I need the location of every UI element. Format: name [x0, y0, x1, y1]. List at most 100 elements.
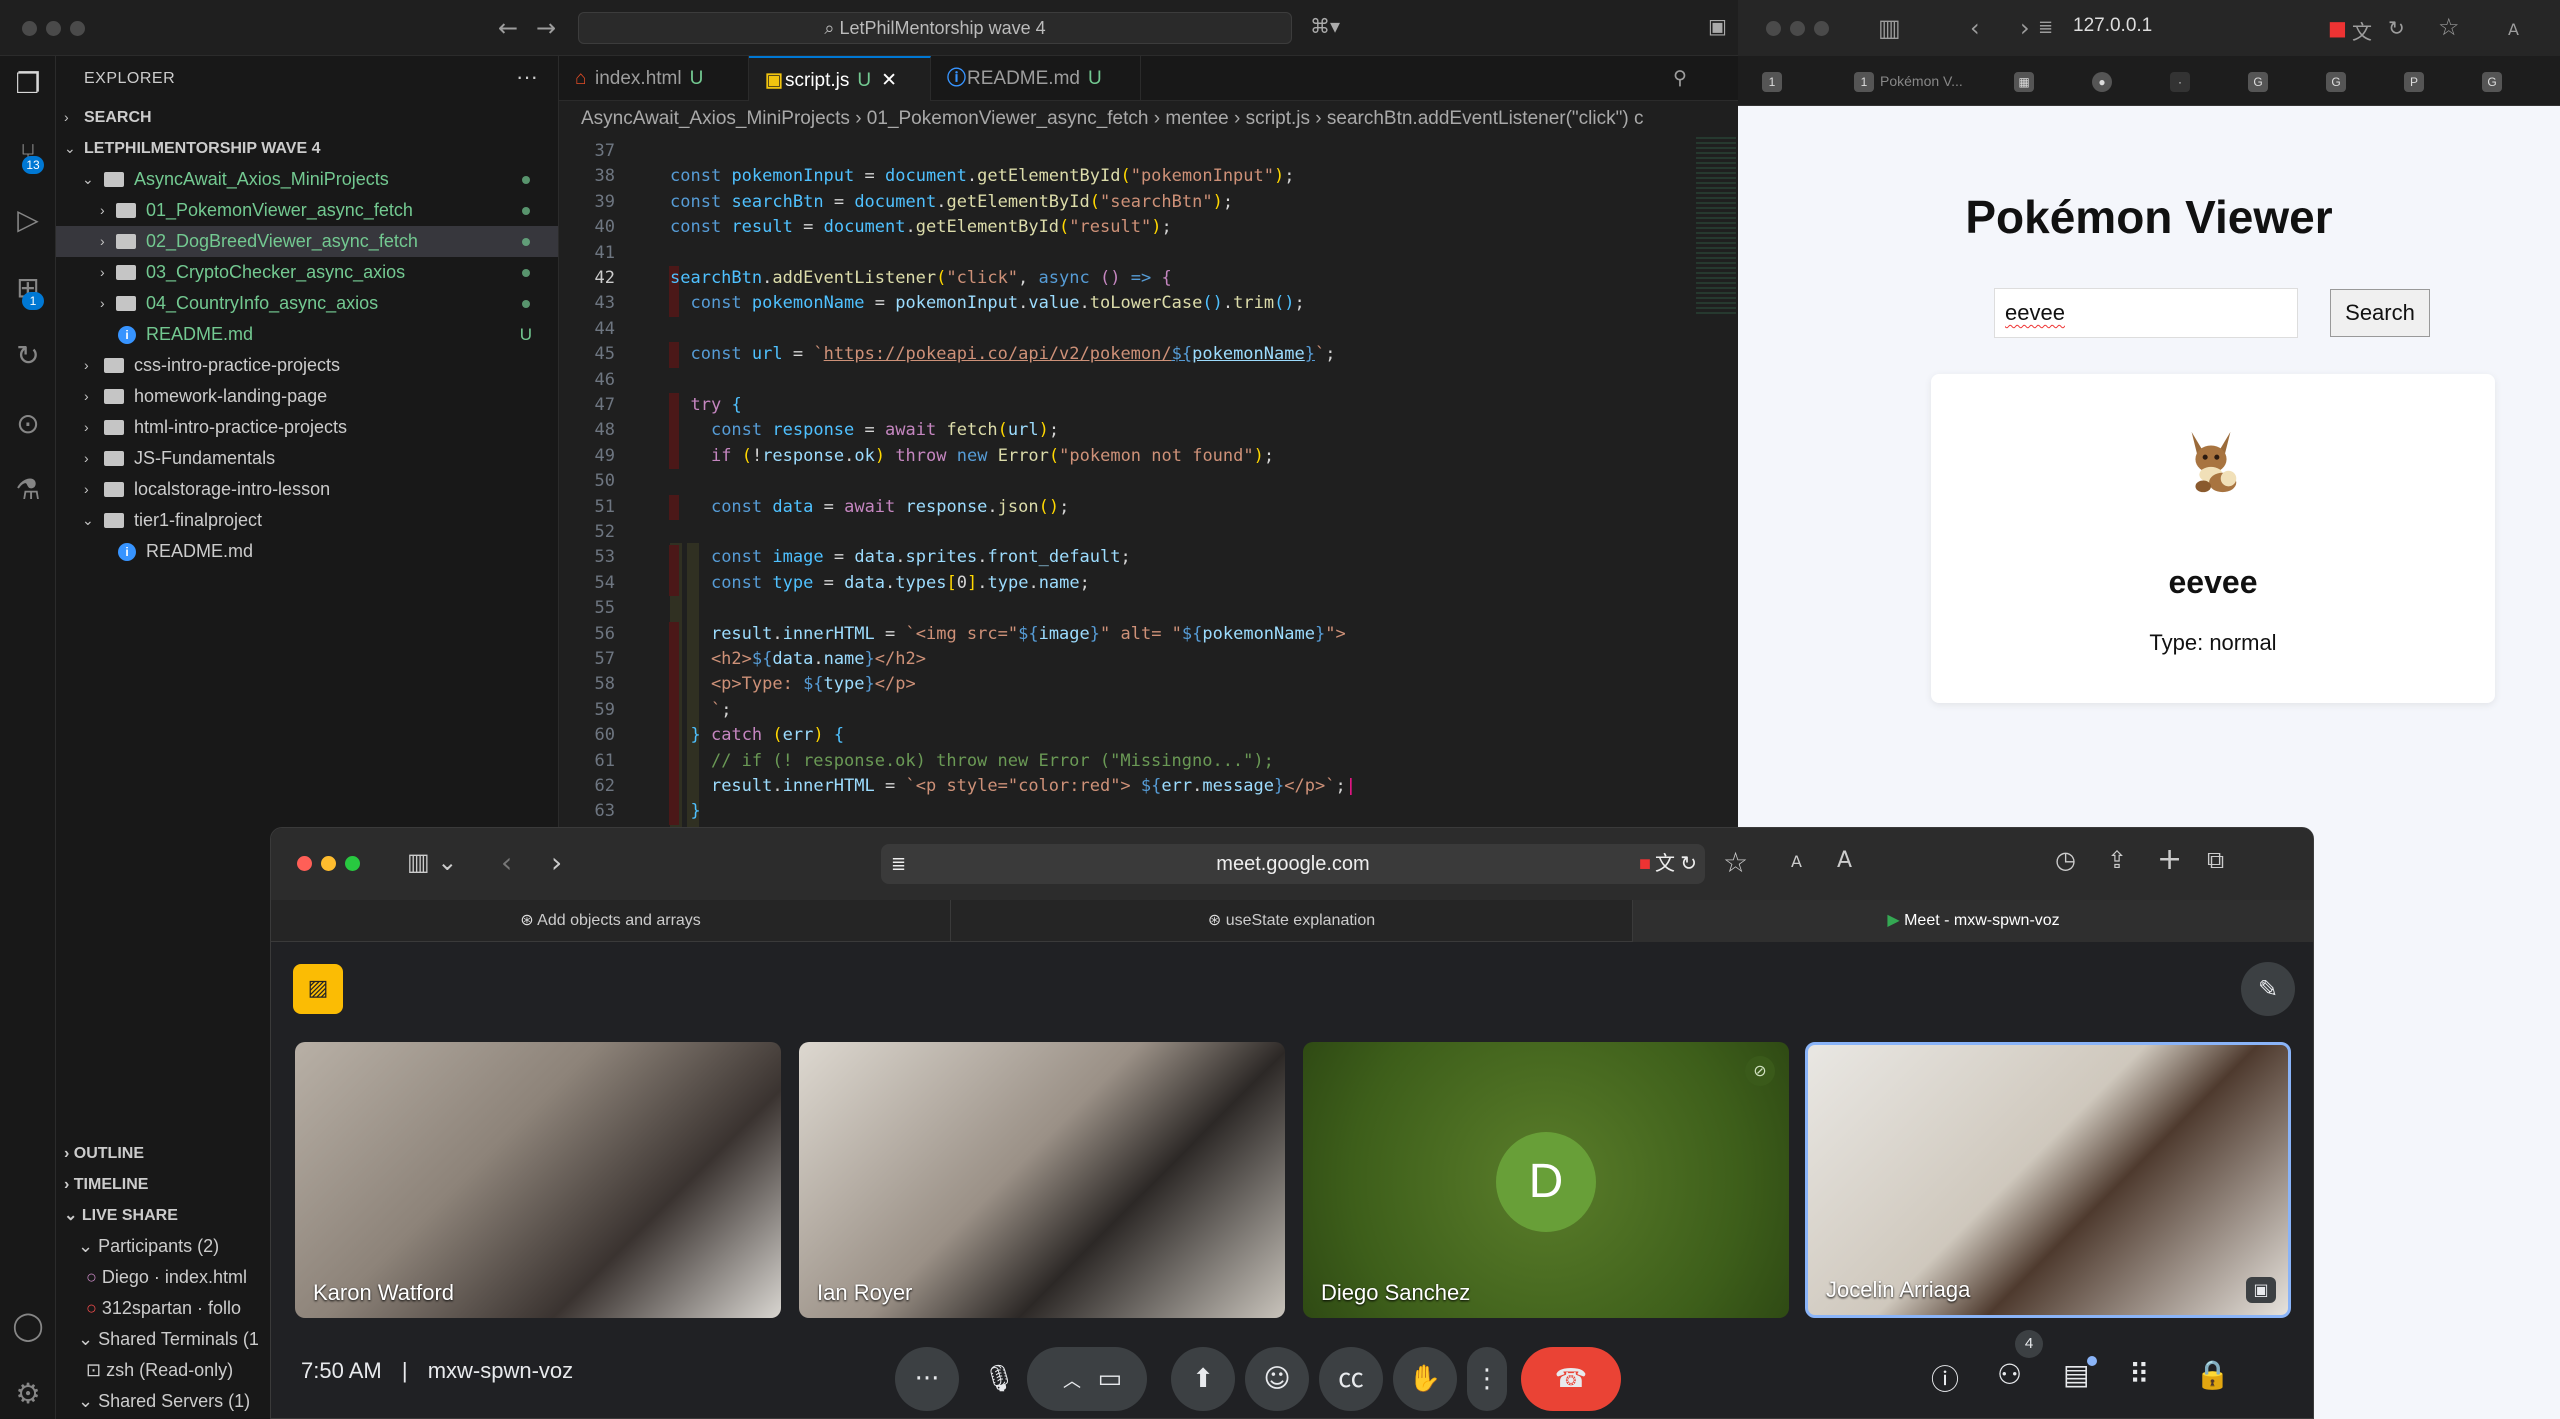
code-editor[interactable]: 37 38 const pokemonInput = document.getEle…	[559, 137, 1738, 933]
code-line[interactable]: 39 const searchBtn = document.getElementB…	[559, 190, 1679, 215]
tab-favicon[interactable]: G	[2326, 72, 2346, 92]
code-line[interactable]: 58 <p>Type: ${type}</p>	[559, 672, 1679, 698]
code-line[interactable]: 60 } catch (err) {	[559, 723, 1679, 749]
tree-folder-crypto[interactable]: › 03_CryptoChecker_async_axios	[56, 257, 558, 288]
tab-script-js[interactable]: ▣ script.js U ✕	[749, 56, 931, 101]
code-line[interactable]: 50	[559, 469, 1679, 494]
participant-tile[interactable]: Karon Watford	[295, 1042, 781, 1318]
code-line[interactable]: 46	[559, 368, 1679, 393]
chat-icon[interactable]: ▤	[2063, 1358, 2089, 1391]
tab-pokemon-viewer[interactable]: Pokémon V...	[1880, 66, 1963, 96]
code-line[interactable]: 62 result.innerHTML = `<p style="color:r…	[559, 774, 1679, 800]
raise-hand-button[interactable]: ✋	[1393, 1347, 1457, 1411]
camera-icon[interactable]: ■	[1639, 844, 1651, 884]
shared-terminals-row[interactable]: ⌄ Shared Terminals (1	[56, 1324, 271, 1355]
search-section[interactable]: › SEARCH	[56, 102, 558, 133]
code-line[interactable]: 53 const image = data.sprites.front_defa…	[559, 545, 1679, 571]
tab-readme[interactable]: ⓘREADME.md U	[931, 56, 1141, 101]
forward-arrow-icon[interactable]: →	[536, 14, 556, 42]
tab-add-objects[interactable]: ⊛ Add objects and arrays	[271, 900, 951, 942]
tab-favicon[interactable]: P	[2404, 72, 2424, 92]
end-call-button[interactable]: ☎	[1521, 1347, 1621, 1411]
star-icon[interactable]: ☆	[2438, 13, 2460, 41]
code-line[interactable]: 44	[559, 317, 1679, 342]
participant-tile[interactable]: Jocelin Arriaga ▣	[1805, 1042, 2291, 1318]
new-tab-icon[interactable]: +	[2157, 842, 2182, 877]
tree-folder-country[interactable]: › 04_CountryInfo_async_axios	[56, 288, 558, 319]
address-bar[interactable]: 127.0.0.1	[2073, 15, 2152, 37]
pin-icon[interactable]: ⚲	[1673, 56, 1703, 101]
code-line[interactable]: 38 const pokemonInput = document.getEleme…	[559, 164, 1679, 189]
live-share-section[interactable]: ⌄ LIVE SHARE	[56, 1200, 271, 1231]
text-smaller-icon[interactable]: A	[1791, 852, 1802, 871]
tab-meet[interactable]: ▶ Meet - mxw-spwn-voz	[1633, 900, 2313, 942]
tab-favicon[interactable]: 1	[1762, 72, 1782, 92]
back-arrow-icon[interactable]: ‹	[501, 846, 512, 879]
workspace-root[interactable]: ⌄ LETPHILMENTORSHIP WAVE 4	[56, 133, 558, 164]
zoom-window-button[interactable]	[345, 856, 360, 871]
gear-icon[interactable]: ⚙	[10, 1376, 46, 1412]
tree-folder-dogbreed[interactable]: › 02_DogBreedViewer_async_fetch	[56, 226, 558, 257]
testing-icon[interactable]: ⚗	[10, 472, 46, 508]
page-settings-icon[interactable]: ≣	[2038, 17, 2053, 38]
close-window-button[interactable]	[1766, 21, 1781, 36]
code-line[interactable]: 47 try {	[559, 393, 1679, 419]
tab-favicon[interactable]: G	[2248, 72, 2268, 92]
zoom-window-button[interactable]	[1814, 21, 1829, 36]
host-controls-icon[interactable]: 🔒	[2195, 1358, 2230, 1391]
code-line[interactable]: 43 const pokemonName = pokemonInput.valu…	[559, 291, 1679, 317]
code-line[interactable]: 52	[559, 520, 1679, 545]
code-line[interactable]: 42 searchBtn.addEventListener("click", as…	[559, 266, 1679, 292]
participant-tile[interactable]: ⊘ D Diego Sanchez	[1303, 1042, 1789, 1318]
copilot-icon[interactable]: ⌘▾	[1310, 14, 1340, 38]
code-line[interactable]: 41	[559, 241, 1679, 266]
minimize-window-button[interactable]	[46, 21, 61, 36]
back-arrow-icon[interactable]: ←	[498, 14, 518, 42]
emoji-reaction-button[interactable]: ☺	[1245, 1347, 1309, 1411]
meeting-details-icon[interactable]: ⓘ	[1931, 1358, 1959, 1398]
tree-folder-homework[interactable]: › homework-landing-page	[56, 381, 558, 412]
tree-file-readme[interactable]: i README.md U	[56, 319, 558, 350]
tab-favicon[interactable]: ·	[2170, 72, 2190, 92]
code-line[interactable]: 40 const result = document.getElementById…	[559, 215, 1679, 240]
tree-folder-asyncawait[interactable]: ⌄ AsyncAwait_Axios_MiniProjects	[56, 164, 558, 195]
participant-tile[interactable]: Ian Royer	[799, 1042, 1285, 1318]
more-actions-icon[interactable]: ···	[516, 64, 538, 90]
edit-pen-icon[interactable]: ✎	[2241, 962, 2295, 1016]
tab-usestate[interactable]: ⊛ useState explanation	[951, 900, 1633, 942]
pip-icon[interactable]: ▣	[2246, 1277, 2276, 1303]
close-window-button[interactable]	[22, 21, 37, 36]
history-icon[interactable]: ◷	[2055, 846, 2076, 874]
tree-folder-html[interactable]: › html-intro-practice-projects	[56, 412, 558, 443]
close-window-button[interactable]	[297, 856, 312, 871]
camera-options-button[interactable]: ︿ ▭	[1027, 1347, 1147, 1411]
layout-icon[interactable]: ▣	[1708, 14, 1727, 38]
forward-arrow-icon[interactable]: ›	[2020, 14, 2030, 42]
code-line[interactable]: 37	[559, 139, 1679, 164]
code-line[interactable]: 51 const data = await response.json();	[559, 494, 1679, 520]
sidebar-toggle-icon[interactable]: ▥ ⌄	[407, 848, 457, 876]
star-icon[interactable]: ☆	[1723, 846, 1748, 879]
tab-index-html[interactable]: ⌂ index.html U	[559, 56, 749, 101]
tree-folder-pokemon[interactable]: › 01_PokemonViewer_async_fetch	[56, 195, 558, 226]
camera-icon[interactable]: ■	[2328, 16, 2347, 40]
shared-servers-row[interactable]: ⌄ Shared Servers (1)	[56, 1386, 271, 1417]
code-line[interactable]: 55	[559, 596, 1679, 621]
run-debug-icon[interactable]: ▷	[10, 202, 46, 238]
timeline-section[interactable]: › TIMELINE	[56, 1169, 271, 1200]
code-line[interactable]: 61 // if (! response.ok) throw new Error…	[559, 748, 1679, 774]
terminal-zsh[interactable]: ⊡ zsh (Read-only)	[56, 1355, 271, 1386]
text-larger-icon[interactable]: A	[1837, 848, 1852, 873]
captions-off-icon[interactable]: ▨	[293, 964, 343, 1014]
back-arrow-icon[interactable]: ‹	[1970, 14, 1980, 42]
participants-row[interactable]: ⌄ Participants (2)	[56, 1231, 271, 1262]
outline-section[interactable]: › OUTLINE	[56, 1138, 271, 1169]
zoom-window-button[interactable]	[70, 21, 85, 36]
code-line[interactable]: 45 const url = `https://pokeapi.co/api/v…	[559, 342, 1679, 368]
page-settings-icon[interactable]: ≣	[891, 844, 906, 884]
minimap[interactable]	[1696, 137, 1736, 317]
more-vert-button[interactable]: ⋮	[1467, 1347, 1507, 1411]
tree-file-readme-tier1[interactable]: i README.md	[56, 536, 558, 567]
command-center-search[interactable]: ⌕ LetPhilMentorship wave 4	[578, 12, 1292, 44]
reload-icon[interactable]: ↻	[2388, 16, 2405, 40]
